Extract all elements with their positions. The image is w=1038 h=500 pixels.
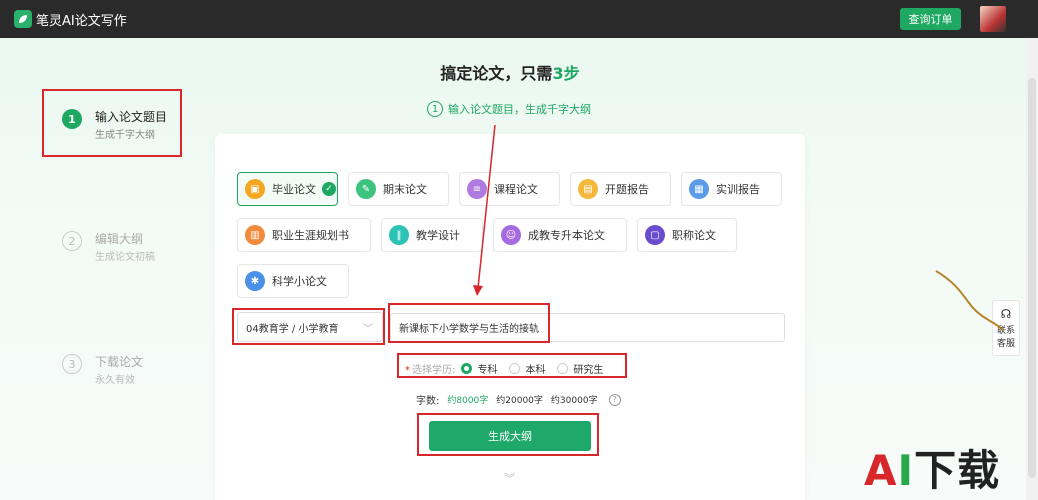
annotation-arrow — [473, 124, 1004, 331]
watermark-logo: AI下载 — [864, 446, 1001, 495]
